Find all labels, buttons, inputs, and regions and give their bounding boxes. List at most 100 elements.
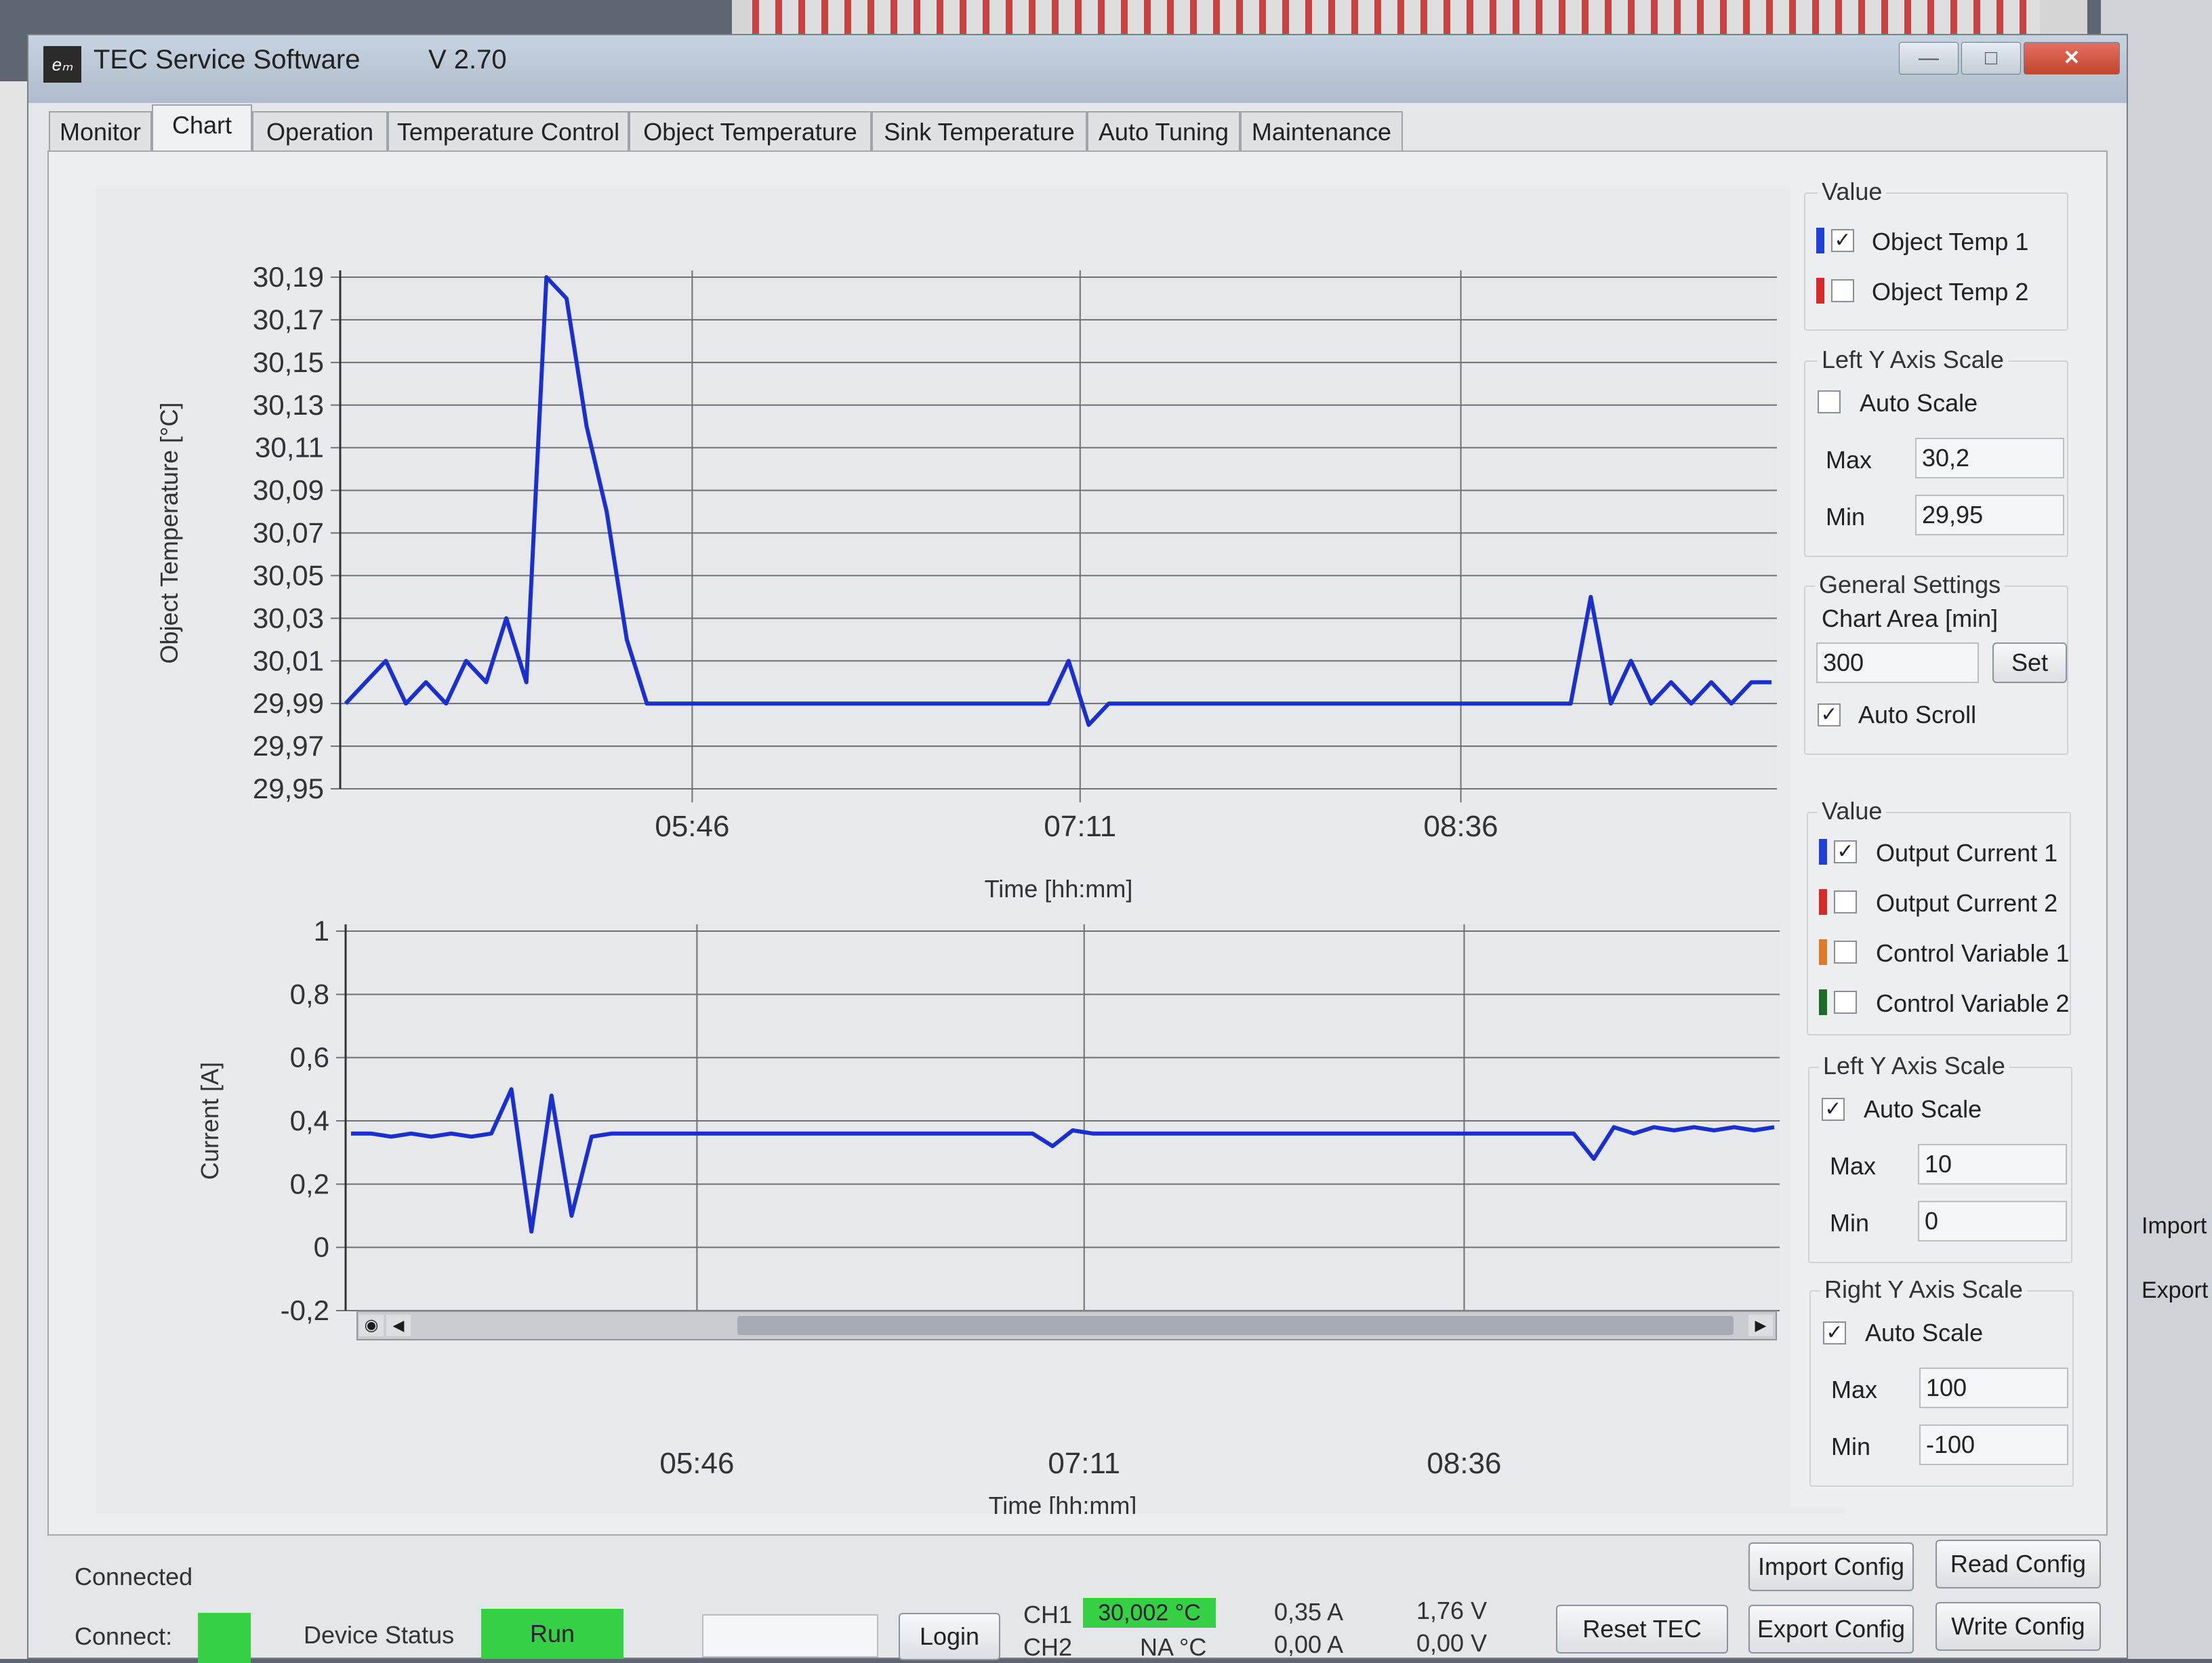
- chart-area-field[interactable]: 300: [1816, 642, 1979, 683]
- min-field-2[interactable]: 0: [1918, 1201, 2067, 1241]
- y-tick-label: 30,17: [253, 304, 324, 335]
- value-group-title-2: Value: [1818, 797, 1887, 825]
- control-variable-1-checkbox[interactable]: [1834, 941, 1857, 964]
- login-button[interactable]: Login: [899, 1613, 1000, 1660]
- general-settings-group: General Settings Chart Area [min] 300 Se…: [1804, 571, 2068, 755]
- y-tick-label: 0,2: [290, 1168, 329, 1199]
- tab-monitor[interactable]: Monitor: [49, 111, 152, 150]
- auto-scale-label-3: Auto Scale: [1865, 1319, 1984, 1347]
- scroll-thumb[interactable]: [737, 1316, 1734, 1335]
- chart-scrollbar[interactable]: ◉ ◀ ▶: [356, 1311, 1777, 1340]
- object-temp-1-swatch: [1816, 228, 1824, 253]
- right-y-axis-scale-group: Right Y Axis Scale ✓ Auto Scale Max 100 …: [1809, 1275, 2074, 1487]
- main-window: eₘ TEC Service Software V 2.70 — □ ✕ Mon…: [27, 34, 2128, 1663]
- x-tick-label: 05:46: [655, 810, 729, 843]
- tab-operation[interactable]: Operation: [252, 111, 388, 150]
- value-group-title: Value: [1818, 178, 1887, 206]
- control-variable-1-label: Control Variable 1: [1876, 939, 2070, 967]
- value-group-current: Value ✓ Output Current 1 Output Current …: [1807, 797, 2071, 1035]
- chart-area-label: Chart Area [min]: [1822, 604, 1999, 632]
- y-tick-label: 29,95: [253, 773, 324, 804]
- current-chart: 1 0,8 0,6 0,4 0,2 0 -0,2 05:46 07:11 08:36 Current…: [196, 915, 1780, 1514]
- auto-scale-checkbox-3[interactable]: ✓: [1823, 1321, 1846, 1344]
- x-tick-label: 05:46: [659, 1447, 734, 1480]
- background-import-button[interactable]: Import: [2142, 1213, 2207, 1239]
- export-config-button[interactable]: Export Config: [1748, 1605, 1914, 1654]
- login-password-field[interactable]: [702, 1614, 878, 1658]
- x-tick-label: 08:36: [1427, 1447, 1501, 1480]
- auto-scroll-label: Auto Scroll: [1858, 701, 1977, 728]
- right-y-axis-scale-title: Right Y Axis Scale: [1820, 1275, 2027, 1304]
- y-tick-label: 30,03: [253, 602, 324, 634]
- scroll-right-arrow-icon[interactable]: ▶: [1748, 1315, 1773, 1336]
- write-config-button[interactable]: Write Config: [1936, 1602, 2101, 1651]
- y-tick-label: 0,8: [290, 978, 329, 1010]
- minimize-button[interactable]: —: [1899, 42, 1959, 75]
- ch1-voltage-value: 1,76 V: [1416, 1597, 1488, 1624]
- x-tick-label: 07:11: [1048, 1447, 1120, 1480]
- auto-scroll-checkbox[interactable]: ✓: [1818, 703, 1841, 726]
- auto-scale-checkbox-2[interactable]: ✓: [1822, 1098, 1845, 1121]
- import-config-button[interactable]: Import Config: [1748, 1542, 1914, 1591]
- min-label-1: Min: [1826, 503, 1866, 531]
- control-variable-1-swatch: [1819, 939, 1827, 965]
- scroll-left-arrow-icon[interactable]: ◀: [386, 1315, 411, 1336]
- min-field-3[interactable]: -100: [1919, 1424, 2068, 1465]
- tab-object-temperature[interactable]: Object Temperature: [629, 111, 872, 150]
- window-title: TEC Service Software: [94, 45, 361, 75]
- min-label-2: Min: [1830, 1209, 1870, 1237]
- left-y-axis-scale-title-2: Left Y Axis Scale: [1819, 1052, 2009, 1080]
- set-button[interactable]: Set: [1992, 642, 2067, 683]
- value-group-temperature: Value ✓ Object Temp 1 Object Temp 2: [1804, 178, 2068, 331]
- device-status-label: Device Status: [304, 1621, 455, 1649]
- output-current-2-checkbox[interactable]: [1834, 890, 1857, 913]
- output-current-1-swatch: [1819, 839, 1827, 865]
- read-config-button[interactable]: Read Config: [1936, 1540, 2101, 1588]
- output-current-1-label: Output Current 1: [1876, 839, 2058, 867]
- close-button[interactable]: ✕: [2024, 42, 2120, 75]
- object-temp-2-checkbox[interactable]: [1831, 279, 1854, 302]
- max-field-1[interactable]: 30,2: [1915, 438, 2064, 478]
- output-current-2-label: Output Current 2: [1876, 889, 2058, 917]
- max-label-3: Max: [1831, 1376, 1878, 1403]
- y-tick-label: 30,19: [253, 261, 324, 293]
- output-current-1-checkbox[interactable]: ✓: [1834, 840, 1857, 863]
- chart-tab-content: 30,19 30,17 30,15 30,13 30,11 30,09 30,07 30,05…: [47, 150, 2108, 1536]
- y-tick-label: 30,13: [253, 389, 324, 421]
- run-status-indicator: Run: [481, 1609, 623, 1659]
- background-export-button[interactable]: Export: [2142, 1277, 2208, 1304]
- tab-sink-temperature[interactable]: Sink Temperature: [872, 111, 1087, 150]
- max-field-3[interactable]: 100: [1919, 1368, 2068, 1408]
- tab-auto-tuning[interactable]: Auto Tuning: [1087, 111, 1240, 150]
- control-variable-2-checkbox[interactable]: [1834, 991, 1857, 1014]
- control-variable-2-swatch: [1819, 989, 1827, 1015]
- temperature-chart: 30,19 30,17 30,15 30,13 30,11 30,09 30,07 30,05…: [155, 261, 1777, 903]
- scroll-home-icon[interactable]: ◉: [359, 1315, 384, 1336]
- left-y-axis-scale-title-1: Left Y Axis Scale: [1818, 346, 2008, 374]
- bottom-bar: Connected Connect: Device Status Run Log…: [47, 1536, 2108, 1663]
- auto-scale-checkbox-1[interactable]: [1818, 390, 1841, 413]
- general-settings-title: General Settings: [1815, 571, 2005, 599]
- object-temp-1-checkbox[interactable]: ✓: [1831, 229, 1854, 252]
- connect-indicator[interactable]: [198, 1613, 251, 1663]
- auto-scale-label-2: Auto Scale: [1864, 1095, 1982, 1123]
- object-temp-2-swatch: [1816, 278, 1824, 304]
- maximize-button[interactable]: □: [1961, 42, 2021, 75]
- app-logo-icon: eₘ: [43, 46, 81, 83]
- min-field-1[interactable]: 29,95: [1915, 495, 2064, 535]
- max-field-2[interactable]: 10: [1918, 1144, 2067, 1185]
- y-tick-label: 29,97: [253, 730, 324, 762]
- object-temp-2-label: Object Temp 2: [1872, 278, 2029, 306]
- tab-temperature-control[interactable]: Temperature Control: [388, 111, 629, 150]
- tab-maintenance[interactable]: Maintenance: [1240, 111, 1403, 150]
- tab-chart[interactable]: Chart: [152, 104, 252, 152]
- ch1-temperature-value: 30,002 °C: [1083, 1598, 1216, 1628]
- y-tick-label: 29,99: [253, 687, 324, 719]
- y-axis-title: Current [A]: [196, 1062, 224, 1180]
- ch1-current-value: 0,35 A: [1274, 1598, 1344, 1626]
- control-variable-2-label: Control Variable 2: [1876, 989, 2070, 1017]
- ch2-label: CH2: [1023, 1633, 1073, 1661]
- reset-tec-button[interactable]: Reset TEC: [1556, 1605, 1728, 1654]
- connected-status-text: Connected: [75, 1563, 193, 1590]
- y-tick-label: 30,15: [253, 346, 324, 378]
